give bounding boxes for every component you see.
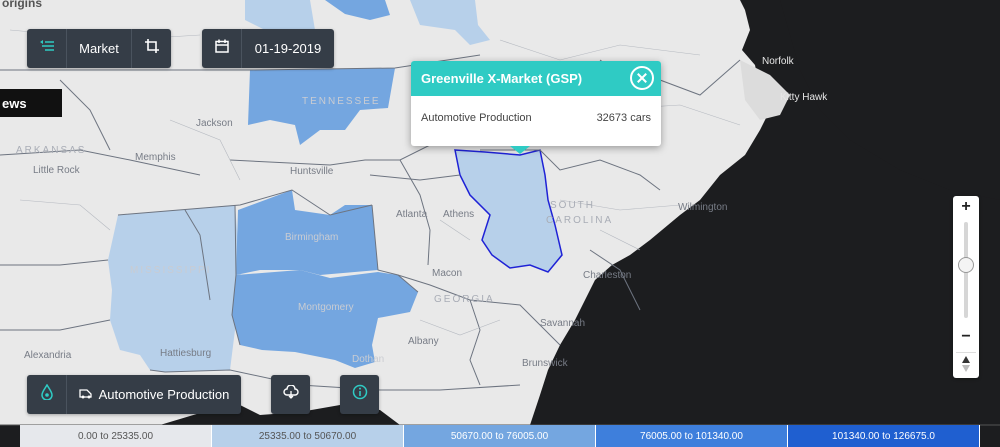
list-filter-button[interactable] bbox=[27, 29, 66, 68]
popup-row-label: Automotive Production bbox=[421, 112, 532, 124]
zoom-in-button[interactable]: + bbox=[953, 198, 979, 216]
map-label-city: Montgomery bbox=[298, 302, 354, 313]
zoom-control: + − bbox=[953, 196, 979, 378]
popup-header: Greenville X-Market (GSP) bbox=[411, 61, 661, 96]
zoom-out-button[interactable]: − bbox=[953, 328, 979, 346]
map-label-city: Wilmington bbox=[678, 202, 728, 213]
legend-label: 0.00 to 25335.00 bbox=[77, 430, 154, 442]
popup-pointer bbox=[510, 146, 530, 154]
map-label-city: Charleston bbox=[583, 270, 632, 281]
zoom-slider-handle[interactable] bbox=[958, 257, 974, 273]
map-label-city: Atlanta bbox=[396, 209, 428, 220]
news-tab[interactable]: ews bbox=[0, 89, 62, 117]
map-label-city: Jackson bbox=[196, 118, 233, 129]
calendar-icon bbox=[214, 39, 229, 58]
map-label-georgia: GEORGIA bbox=[434, 294, 495, 305]
date-toolbar: 01-19-2019 bbox=[202, 29, 334, 68]
info-icon bbox=[352, 384, 368, 405]
date-value: 01-19-2019 bbox=[254, 41, 322, 56]
news-label: ews bbox=[2, 95, 27, 111]
legend-segment: 0.00 to 25335.00 bbox=[20, 425, 212, 447]
date-picker[interactable]: 01-19-2019 bbox=[242, 29, 334, 68]
legend-label: 101340.00 to 126675.0 bbox=[832, 430, 935, 442]
legend-segment: 25335.00 to 50670.00 bbox=[212, 425, 404, 447]
legend-label: 50670.00 to 76005.00 bbox=[450, 430, 549, 442]
map-label-city: Memphis bbox=[135, 152, 176, 163]
drop-icon bbox=[40, 383, 53, 405]
layer-toolbar: Automotive Production bbox=[27, 375, 241, 414]
map-label-city: Kitty Hawk bbox=[780, 92, 828, 103]
map-label-city: Macon bbox=[432, 268, 463, 279]
map-label-city: Norfolk bbox=[762, 56, 794, 67]
legend-label: 76005.00 to 101340.00 bbox=[640, 430, 743, 442]
weather-button[interactable] bbox=[271, 375, 310, 414]
page-title-partial: origins bbox=[2, 0, 43, 10]
legend-label: 25335.00 to 50670.00 bbox=[258, 430, 357, 442]
legend-segment: 76005.00 to 101340.00 bbox=[596, 425, 788, 447]
calendar-button[interactable] bbox=[202, 29, 241, 68]
map-label-city: Athens bbox=[443, 209, 475, 220]
market-button[interactable]: Market bbox=[67, 29, 131, 68]
map-label-city: Albany bbox=[408, 336, 439, 347]
market-popup: Greenville X-Market (GSP) Automotive Pro… bbox=[411, 61, 661, 154]
legend-segment: 101340.00 to 126675.0 bbox=[788, 425, 980, 447]
color-legend: 0.00 to 25335.00 25335.00 to 50670.00 50… bbox=[20, 425, 980, 447]
popup-row: Automotive Production 32673 cars bbox=[411, 112, 661, 124]
compass-icon bbox=[962, 356, 970, 372]
map-label-city: Huntsville bbox=[290, 166, 334, 177]
crop-button[interactable] bbox=[132, 29, 171, 68]
map-label-mississippi: MISSISSIPPI bbox=[130, 265, 212, 276]
layer-selector[interactable]: Automotive Production bbox=[67, 375, 241, 414]
market-label: Market bbox=[79, 41, 119, 56]
map-label-carolina: CAROLINA bbox=[546, 215, 614, 226]
legend-segment: 50670.00 to 76005.00 bbox=[404, 425, 596, 447]
map-label-city: Alexandria bbox=[24, 350, 72, 361]
drop-button[interactable] bbox=[27, 375, 66, 414]
close-icon[interactable] bbox=[630, 66, 654, 90]
layer-label: Automotive Production bbox=[98, 387, 230, 402]
car-icon bbox=[78, 386, 93, 404]
popup-row-value: 32673 cars bbox=[596, 112, 651, 124]
mode-toolbar: Market bbox=[27, 29, 171, 68]
map-label-city: Birmingham bbox=[285, 232, 339, 243]
map-label-tennessee: TENNESSEE bbox=[302, 96, 381, 107]
map-label-city: Little Rock bbox=[33, 165, 80, 176]
cloud-icon bbox=[282, 384, 299, 404]
map-label-arkansas: ARKANSAS bbox=[16, 145, 87, 156]
list-filter-icon bbox=[39, 39, 55, 58]
region-mississippi bbox=[108, 205, 242, 372]
popup-title: Greenville X-Market (GSP) bbox=[421, 71, 583, 86]
map-label-south: SOUTH bbox=[550, 200, 595, 211]
info-button[interactable] bbox=[340, 375, 379, 414]
map-label-city: Savannah bbox=[540, 318, 586, 329]
crop-icon bbox=[144, 39, 159, 58]
map-label-city: Hattiesburg bbox=[160, 348, 212, 359]
compass-button[interactable] bbox=[956, 352, 976, 375]
map-label-city: Dothan bbox=[352, 354, 385, 365]
map-label-city: Brunswick bbox=[522, 358, 568, 369]
